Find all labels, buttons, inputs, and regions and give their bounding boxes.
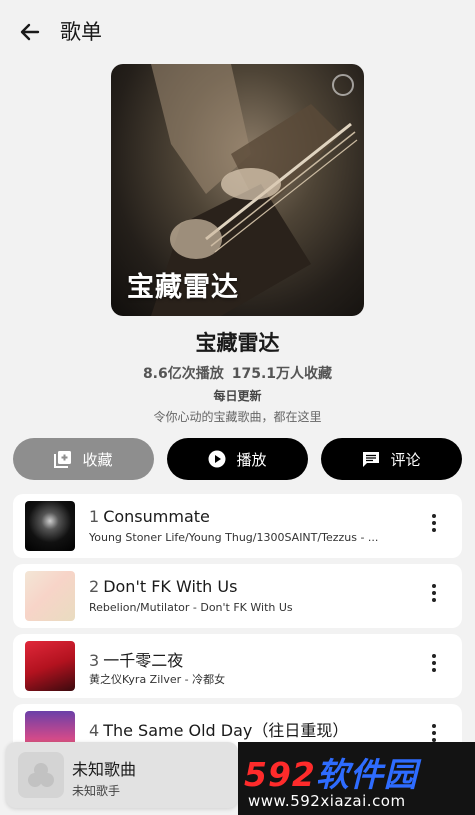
netease-badge-icon — [332, 74, 354, 96]
play-button[interactable]: 播放 — [167, 438, 308, 480]
playlist-stats: 8.6亿次播放 175.1万人收藏 — [0, 363, 475, 383]
comment-label: 评论 — [390, 450, 421, 469]
song-artist: Young Stoner Life/Young Thug/1300SAINT/T… — [89, 531, 379, 544]
song-artist: Rebelion/Mutilator - Don't FK With Us — [89, 601, 293, 614]
song-name: Consummate — [103, 507, 210, 526]
song-index: 4 — [89, 721, 100, 740]
playlist-title: 宝藏雷达 — [195, 331, 280, 355]
song-title: 3 一千零二夜 — [89, 647, 183, 671]
song-title: 1 Consummate — [89, 507, 210, 526]
watermark-logo-number: 592 — [244, 755, 316, 794]
song-name: The Same Old Day（往日重现） — [103, 721, 349, 740]
back-arrow-icon[interactable] — [16, 18, 44, 46]
now-playing-title: 未知歌曲 — [72, 760, 137, 779]
favorite-button[interactable]: 收藏 — [13, 438, 154, 480]
favorite-label: 收藏 — [82, 450, 113, 469]
page-title: 歌单 — [60, 20, 102, 44]
watermark-logo: 592软件园 — [244, 748, 418, 796]
song-thumbnail — [25, 571, 75, 621]
more-options-icon[interactable] — [430, 514, 438, 538]
song-name: Don't FK With Us — [103, 577, 238, 596]
play-icon — [208, 450, 226, 468]
song-name: 一千零二夜 — [103, 651, 184, 670]
more-options-icon[interactable] — [430, 654, 438, 678]
song-row[interactable]: 2 Don't FK With Us Rebelion/Mutilator - D… — [13, 564, 462, 628]
favorite-count: 175.1万人收藏 — [231, 366, 333, 382]
site-watermark: 592软件园 www.592xiazai.com — [238, 742, 475, 815]
comment-button[interactable]: 评论 — [321, 438, 462, 480]
song-index: 1 — [89, 507, 100, 526]
album-placeholder-icon — [18, 752, 64, 798]
mini-player[interactable]: 未知歌曲 未知歌手 — [6, 742, 238, 808]
play-count: 8.6亿次播放 — [142, 366, 224, 382]
playlist-description: 令你心动的宝藏歌曲，都在这里 — [153, 410, 322, 424]
song-row[interactable]: 3 一千零二夜 黄之仪Kyra Zilver - 冷都女 — [13, 634, 462, 698]
cover-title: 宝藏雷达 — [127, 272, 239, 303]
song-title: 4 The Same Old Day（往日重现） — [89, 717, 348, 741]
update-frequency: 每日更新 — [213, 389, 262, 403]
play-label: 播放 — [236, 450, 267, 469]
song-index: 3 — [89, 651, 100, 670]
add-playlist-icon — [54, 451, 72, 468]
playlist-cover: 宝藏雷达 — [111, 64, 364, 316]
more-options-icon[interactable] — [430, 584, 438, 608]
comment-icon — [363, 452, 380, 467]
now-playing-artist: 未知歌手 — [72, 784, 121, 798]
song-thumbnail — [25, 501, 75, 551]
watermark-logo-text: 软件园 — [315, 755, 418, 794]
song-row[interactable]: 1 Consummate Young Stoner Life/Young Thug… — [13, 494, 462, 558]
song-thumbnail — [25, 641, 75, 691]
watermark-url: www.592xiazai.com — [248, 792, 406, 810]
song-index: 2 — [89, 577, 100, 596]
song-title: 2 Don't FK With Us — [89, 577, 237, 596]
song-artist: 黄之仪Kyra Zilver - 冷都女 — [89, 673, 226, 686]
top-app-bar: 歌单 — [0, 0, 475, 62]
